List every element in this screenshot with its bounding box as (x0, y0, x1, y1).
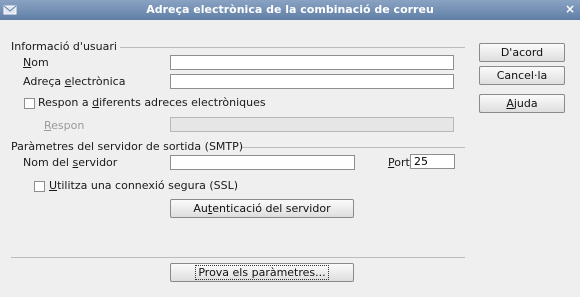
section-divider (120, 47, 465, 48)
server-label: Nom del servidor (23, 156, 118, 169)
name-label-text: om (31, 56, 49, 69)
cancel-button[interactable]: Cancel·la (479, 66, 565, 85)
window-title: Adreça electrònica de la combinació de c… (146, 3, 434, 16)
port-field[interactable] (410, 154, 455, 169)
smtp-heading: Paràmetres del servidor de sortida (SMTP… (11, 140, 244, 153)
server-field[interactable] (170, 155, 355, 170)
email-label: Adreça electrònica (23, 75, 126, 88)
ssl-checkbox[interactable] (34, 181, 45, 192)
section-divider (242, 147, 465, 148)
bottom-divider (11, 257, 465, 258)
port-label: Port (388, 156, 410, 169)
reply-checkbox-label[interactable]: Respon a diferents adreces electròniques (38, 96, 266, 110)
reply-label: Respon (44, 119, 85, 132)
email-field[interactable] (170, 74, 454, 89)
reply-checkbox[interactable] (24, 98, 35, 109)
ssl-checkbox-label[interactable]: Utilitza una connexió segura (SSL) (49, 179, 238, 193)
title-bar[interactable]: Adreça electrònica de la combinació de c… (0, 0, 580, 20)
reply-field[interactable] (170, 117, 454, 132)
window-left-edge (0, 20, 10, 297)
help-button[interactable]: Ajuda (479, 94, 565, 113)
name-field[interactable] (170, 55, 454, 70)
close-icon[interactable]: × (565, 2, 575, 16)
server-auth-button[interactable]: Autenticació del servidor (170, 199, 354, 218)
ok-button[interactable]: D'acord (479, 43, 565, 62)
dialog-body: Informació d'usuari Nom Adreça electròni… (10, 20, 580, 297)
name-label: Nom (23, 56, 49, 69)
user-info-heading: Informació d'usuari (11, 40, 117, 53)
test-settings-button[interactable]: Prova els paràmetres... (170, 263, 354, 282)
